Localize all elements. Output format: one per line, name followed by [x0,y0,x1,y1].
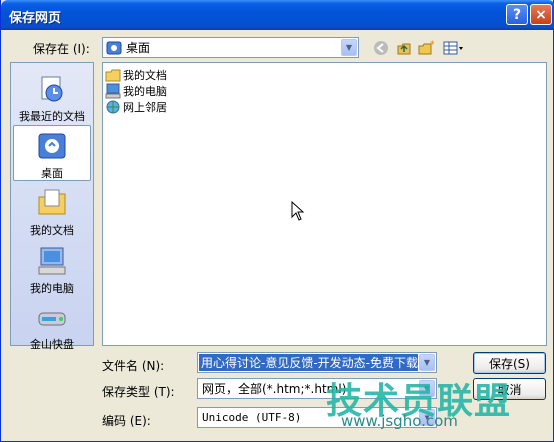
place-label: 我最近的文档 [19,110,85,123]
close-button[interactable]: × [530,4,552,25]
svg-text:*: * [430,40,435,50]
place-label: 金山快盘 [30,338,74,351]
place-label: 我的文档 [30,224,74,237]
filename-value: 用心得讨论-意见反馈-开发动态-免费下载 [199,354,418,371]
help-icon: ? [512,6,522,23]
filename-input[interactable]: 用心得讨论-意见反馈-开发动态-免费下载 ▼ [197,352,437,373]
close-icon: × [535,6,547,23]
views-menu-button[interactable] [442,39,466,57]
new-folder-icon: * [418,40,435,55]
views-grid-icon [443,41,463,55]
my-documents-icon [38,189,66,215]
places-bar: 我最近的文档 桌面 我的文档 我的电脑 金山快盘 [10,62,94,351]
list-item-label: 我的文档 [123,69,167,82]
help-button[interactable]: ? [506,4,528,25]
place-my-documents[interactable]: 我的文档 [11,183,93,239]
kuaipan-drive-icon [38,312,66,326]
network-icon [106,100,120,114]
my-computer-icon [38,247,66,275]
encoding-label: 编码 (E): [102,414,151,428]
save-button[interactable]: 保存(S) [473,352,546,374]
save-in-label: 保存在 (I): [33,42,90,56]
filename-label: 文件名 (N): [102,359,165,373]
desktop-icon [38,133,66,159]
place-kuaipan[interactable]: 金山快盘 [11,297,93,353]
watermark-url: www.jsgho.com [341,412,458,430]
place-desktop[interactable]: 桌面 [13,125,91,181]
back-arrow-icon [374,41,388,55]
up-folder-icon [397,43,411,55]
file-list[interactable]: 我的文档 我的电脑 网上邻居 [102,62,547,346]
desktop-small-icon [106,41,122,54]
place-label: 桌面 [41,167,63,180]
list-item-label: 网上邻居 [123,101,167,114]
place-label: 我的电脑 [30,282,74,295]
save-webpage-dialog: 保存网页 ? × 保存在 (I): 桌面 ▼ * 我最近的文档 桌面 我的文档 … [0,0,554,442]
list-item[interactable]: 网上邻居 [105,99,167,115]
place-recent-documents[interactable]: 我最近的文档 [11,69,93,125]
list-item[interactable]: 我的电脑 [105,83,167,99]
chevron-down-icon[interactable]: ▼ [419,354,435,371]
save-in-dropdown[interactable]: 桌面 ▼ [102,37,359,58]
list-item[interactable]: 我的文档 [105,67,167,83]
up-folder-button[interactable] [395,39,413,57]
dialog-title: 保存网页 [9,11,62,26]
computer-icon [105,83,121,99]
back-button[interactable] [372,39,390,57]
save-in-value: 桌面 [126,41,151,55]
folder-icon [105,69,121,82]
new-folder-button[interactable]: * [418,39,436,57]
chevron-down-icon[interactable]: ▼ [341,39,357,56]
list-item-label: 我的电脑 [123,85,167,98]
place-my-computer[interactable]: 我的电脑 [11,241,93,297]
save-button-label: 保存(S) [489,356,530,371]
filetype-label: 保存类型 (T): [102,385,175,399]
title-bar[interactable]: 保存网页 ? × [1,0,554,30]
mouse-cursor-icon [291,201,305,221]
recent-docs-icon [41,76,63,102]
